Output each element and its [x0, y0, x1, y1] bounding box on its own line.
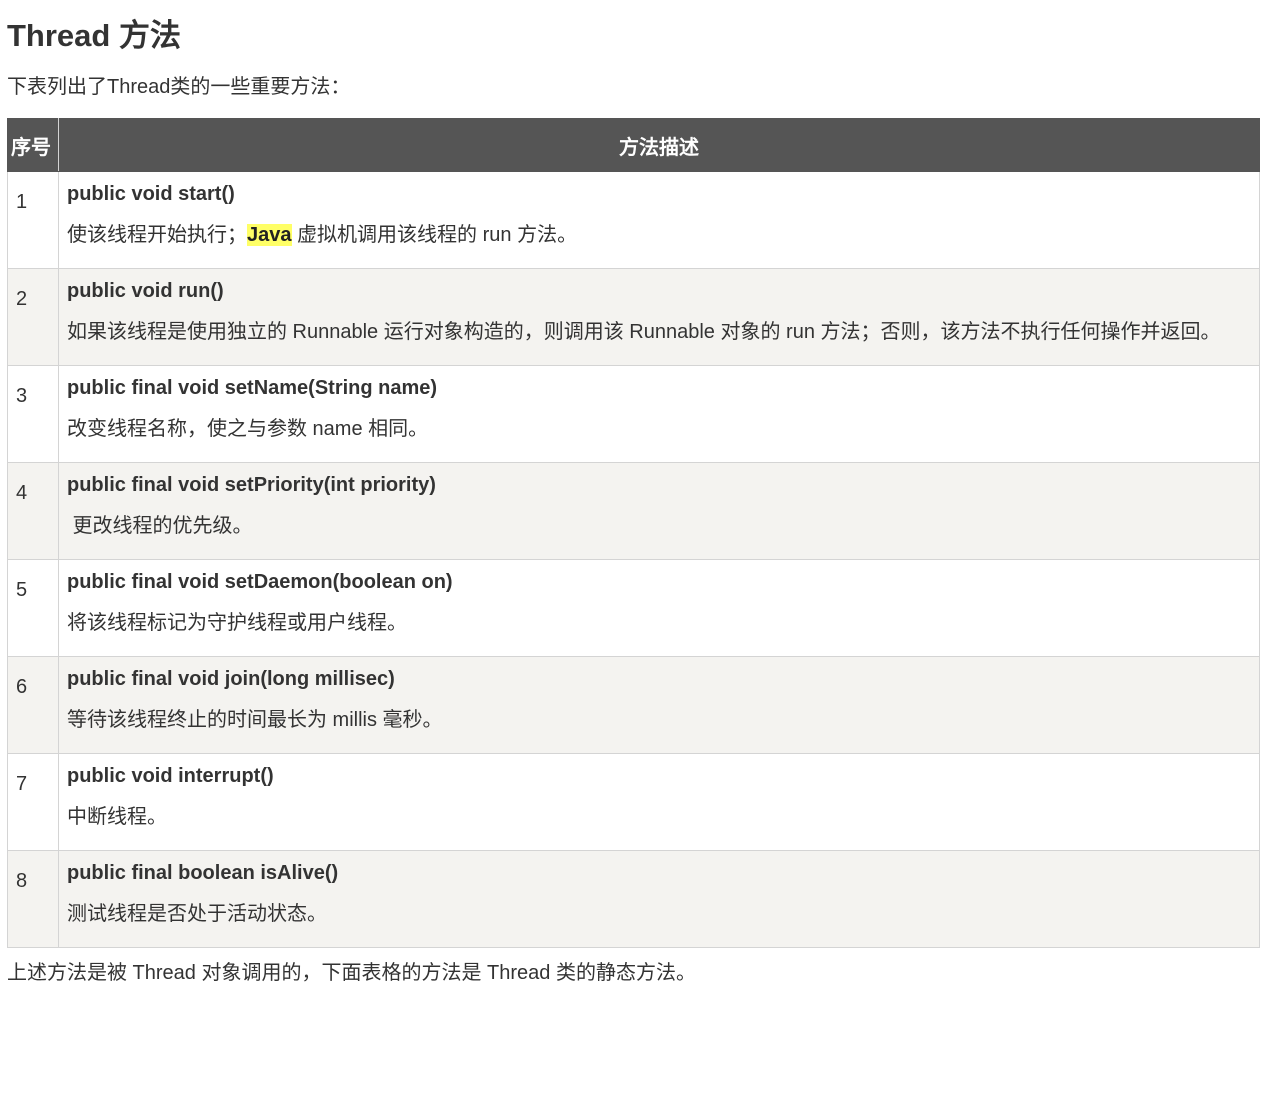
method-cell: public void interrupt() 中断线程。: [58, 753, 1260, 851]
header-number: 序号: [7, 118, 59, 172]
method-cell: public void run() 如果该线程是使用独立的 Runnable 运…: [58, 268, 1260, 366]
description-text-tail: 虚拟机调用该线程的 run 方法。: [291, 224, 578, 246]
method-signature: public final void setName(String name): [67, 377, 438, 399]
table-header-row: 序号 方法描述: [7, 118, 1260, 172]
table-row: 1 public void start() 使该线程开始执行；Java 虚拟机调…: [7, 171, 1260, 269]
method-cell: public final boolean isAlive() 测试线程是否处于活…: [58, 850, 1260, 948]
intro-text: 下表列出了Thread类的一些重要方法：: [7, 76, 351, 98]
method-signature: public void start(): [67, 183, 235, 205]
outro-text: 上述方法是被 Thread 对象调用的，下面表格的方法是 Thread 类的静态…: [7, 962, 696, 984]
row-number: 5: [7, 559, 59, 657]
method-signature: public final void join(long millisec): [67, 668, 395, 690]
table-row: 4 public final void setPriority(int prio…: [7, 462, 1260, 560]
method-cell: public final void setDaemon(boolean on) …: [58, 559, 1260, 657]
method-description: 如果该线程是使用独立的 Runnable 运行对象构造的，则调用该 Runnab…: [67, 321, 1221, 343]
method-signature: public final void setDaemon(boolean on): [67, 571, 453, 593]
table-row: 6 public final void join(long millisec) …: [7, 656, 1260, 754]
row-number: 2: [7, 268, 59, 366]
table-row: 2 public void run() 如果该线程是使用独立的 Runnable…: [7, 268, 1260, 366]
method-signature: public void interrupt(): [67, 765, 274, 787]
row-number: 8: [7, 850, 59, 948]
table-row: 7 public void interrupt() 中断线程。: [7, 753, 1260, 851]
methods-table: 序号 方法描述 1 public void start() 使该线程开始执行；J…: [7, 118, 1260, 948]
method-cell: public final void setName(String name) 改…: [58, 365, 1260, 463]
method-signature: public void run(): [67, 280, 224, 302]
method-description: 使该线程开始执行；Java 虚拟机调用该线程的 run 方法。: [67, 215, 1239, 256]
row-number: 6: [7, 656, 59, 754]
table-row: 3 public final void setName(String name)…: [7, 365, 1260, 463]
highlighted-term: Java: [247, 224, 292, 246]
method-cell: public final void setPriority(int priori…: [58, 462, 1260, 560]
method-description: 将该线程标记为守护线程或用户线程。: [67, 612, 407, 634]
article-content: Thread 方法 下表列出了Thread类的一些重要方法： 序号 方法描述 1…: [7, 0, 1260, 988]
method-description: 改变线程名称，使之与参数 name 相同。: [67, 418, 429, 440]
method-description: 中断线程。: [67, 806, 167, 828]
row-number: 3: [7, 365, 59, 463]
method-description: 更改线程的优先级。: [67, 515, 253, 537]
method-description: 等待该线程终止的时间最长为 millis 毫秒。: [67, 709, 443, 731]
table-row: 8 public final boolean isAlive() 测试线程是否处…: [7, 850, 1260, 948]
method-cell: public final void join(long millisec) 等待…: [58, 656, 1260, 754]
method-signature: public final void setPriority(int priori…: [67, 474, 436, 496]
method-description: 测试线程是否处于活动状态。: [67, 903, 327, 925]
row-number: 7: [7, 753, 59, 851]
header-method-description: 方法描述: [58, 118, 1260, 172]
row-number: 1: [7, 171, 59, 269]
method-signature: public final boolean isAlive(): [67, 862, 339, 884]
table-row: 5 public final void setDaemon(boolean on…: [7, 559, 1260, 657]
page-title: Thread 方法: [7, 18, 181, 53]
row-number: 4: [7, 462, 59, 560]
description-text: 使该线程开始执行；: [67, 224, 247, 246]
method-cell: public void start() 使该线程开始执行；Java 虚拟机调用该…: [58, 171, 1260, 269]
